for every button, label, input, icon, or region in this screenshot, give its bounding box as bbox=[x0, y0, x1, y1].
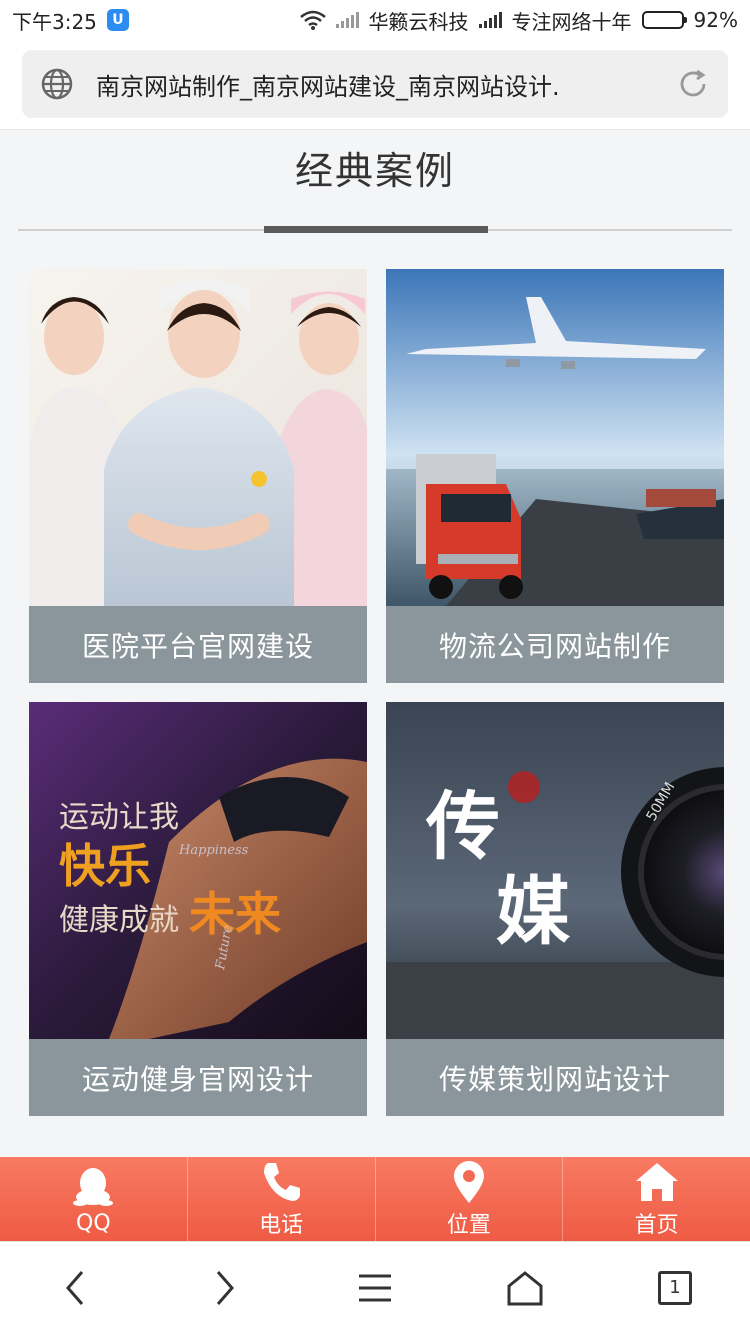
home-icon bbox=[635, 1163, 678, 1201]
location-icon bbox=[453, 1161, 484, 1203]
case-image-fitness: 运动让我 快乐 Happiness 健康成就 未来 Future bbox=[29, 702, 367, 1039]
title-accent-bar bbox=[264, 226, 488, 233]
nav-item-qq[interactable]: QQ bbox=[0, 1157, 188, 1241]
case-caption[interactable]: 医院平台官网建设 bbox=[29, 606, 367, 683]
carrier-name-1: 华籁云科技 bbox=[368, 9, 469, 34]
tab-count: 1 bbox=[658, 1270, 692, 1305]
signal-icon-2 bbox=[478, 12, 502, 28]
url-text[interactable]: 南京网站制作_南京网站建设_南京网站设计. bbox=[96, 67, 654, 102]
section-title: 经典案例 bbox=[294, 149, 455, 193]
nav-label: 位置 bbox=[446, 1213, 491, 1238]
fitness-text-1: 运动让我 bbox=[59, 800, 179, 835]
back-button[interactable] bbox=[45, 1258, 105, 1318]
case-caption[interactable]: 传媒策划网站设计 bbox=[386, 1039, 724, 1116]
case-card-fitness[interactable]: 运动让我 快乐 Happiness 健康成就 未来 Future 运动健身官网设… bbox=[29, 702, 367, 1116]
browser-toolbar: 1 bbox=[0, 1241, 750, 1333]
fitness-text-sub1: Happiness bbox=[178, 843, 249, 858]
case-card-hospital[interactable]: 医院平台官网建设 bbox=[29, 269, 367, 683]
browser-home-icon bbox=[507, 1270, 543, 1305]
nav-item-location[interactable]: 位置 bbox=[376, 1157, 564, 1241]
nav-label: 电话 bbox=[259, 1213, 304, 1238]
case-caption[interactable]: 运动健身官网设计 bbox=[29, 1039, 367, 1116]
media-text-1: 传 bbox=[425, 784, 500, 870]
case-caption[interactable]: 物流公司网站制作 bbox=[386, 606, 724, 683]
fitness-text-2: 快乐 bbox=[59, 839, 151, 893]
home-button[interactable] bbox=[495, 1258, 555, 1318]
status-time: 下午3:25 bbox=[12, 9, 97, 34]
chevron-right-icon bbox=[216, 1270, 234, 1305]
wifi-icon bbox=[299, 10, 326, 30]
nav-item-phone[interactable]: 电话 bbox=[188, 1157, 376, 1241]
fitness-text-3: 健康成就 bbox=[59, 903, 179, 938]
fitness-text-4: 未来 bbox=[189, 887, 281, 941]
nav-item-home[interactable]: 首页 bbox=[563, 1157, 750, 1241]
case-image-media: 50MM 传 媒 bbox=[386, 702, 724, 1039]
browser-address-area: 南京网站制作_南京网站建设_南京网站设计. bbox=[0, 40, 750, 130]
globe-icon bbox=[41, 68, 73, 100]
forward-button[interactable] bbox=[195, 1258, 255, 1318]
case-image-hospital bbox=[29, 269, 367, 606]
phone-icon bbox=[264, 1163, 301, 1201]
carrier-name-2: 专注网络十年 bbox=[511, 9, 632, 34]
signal-icon bbox=[335, 12, 359, 28]
battery-icon bbox=[641, 11, 687, 29]
case-card-media[interactable]: 50MM 传 媒 传媒策划网站设计 bbox=[386, 702, 724, 1116]
address-bar[interactable]: 南京网站制作_南京网站建设_南京网站设计. bbox=[22, 50, 728, 118]
qq-icon bbox=[73, 1167, 114, 1206]
chevron-left-icon bbox=[66, 1270, 84, 1305]
nav-label: 首页 bbox=[634, 1213, 679, 1238]
case-card-logistics[interactable]: 物流公司网站制作 bbox=[386, 269, 724, 683]
bottom-nav: QQ 电话 位置 首页 bbox=[0, 1157, 750, 1241]
case-image-logistics bbox=[386, 269, 724, 606]
media-text-2: 媒 bbox=[496, 869, 571, 955]
menu-icon bbox=[359, 1274, 391, 1301]
nav-label: QQ bbox=[76, 1210, 111, 1236]
tabs-button[interactable]: 1 bbox=[645, 1258, 705, 1318]
app-notification-icon: U bbox=[106, 9, 129, 31]
refresh-icon[interactable] bbox=[676, 67, 710, 101]
status-bar: 下午3:25 U 华籁云科技 专注网络十年 92% bbox=[0, 0, 750, 40]
battery-percent: 92% bbox=[693, 8, 738, 32]
menu-button[interactable] bbox=[345, 1258, 405, 1318]
